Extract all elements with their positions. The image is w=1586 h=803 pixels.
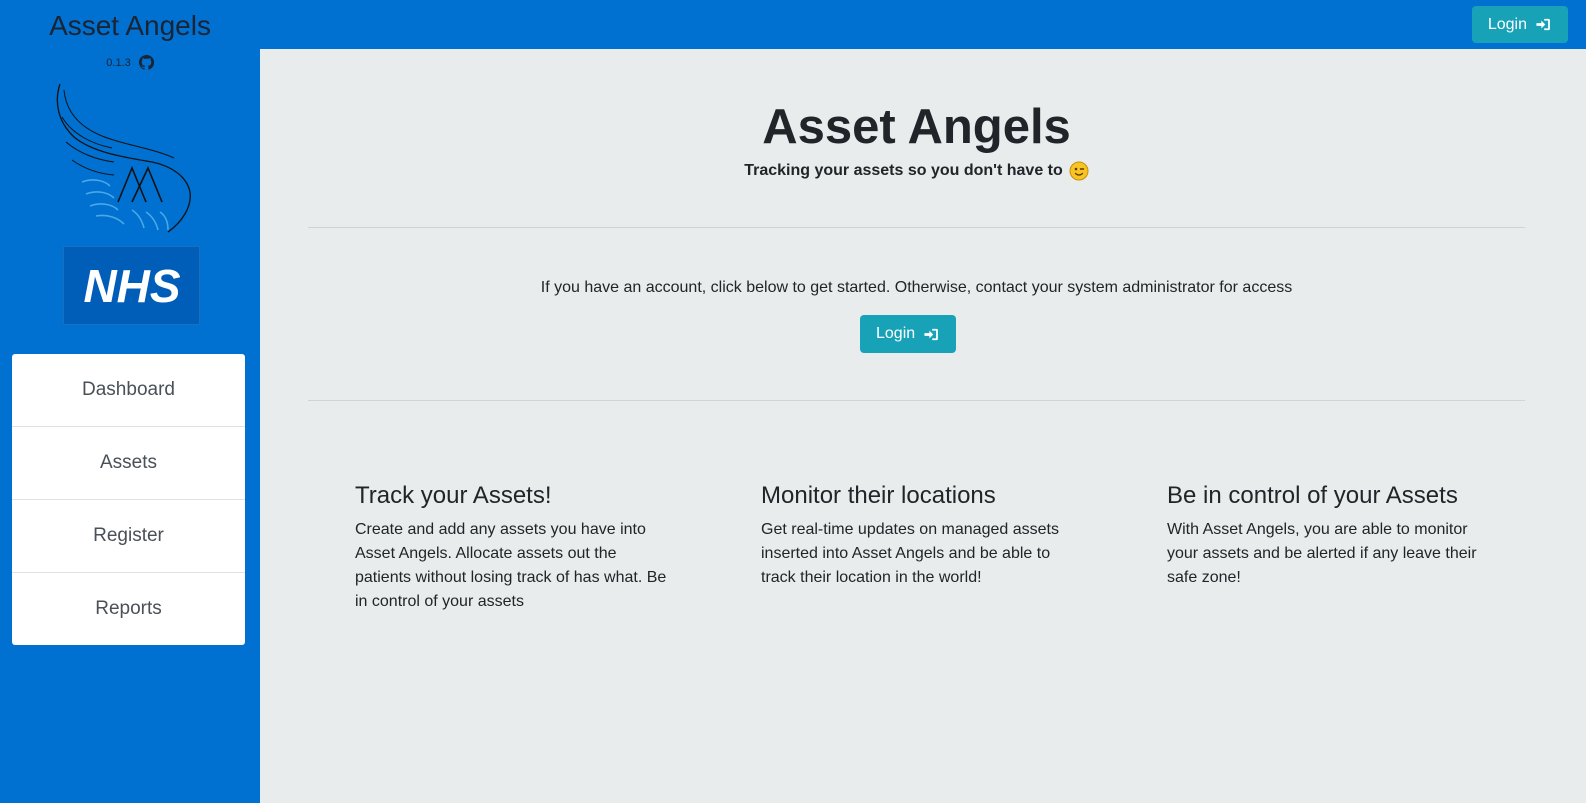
feature-title: Be in control of your Assets [1167, 482, 1458, 509]
github-icon[interactable] [138, 55, 154, 70]
feature-track-assets: Track your Assets! Create and add any as… [355, 482, 675, 614]
sidebar-item-register[interactable]: Register [12, 500, 245, 573]
feature-monitor-locations: Monitor their locations Get real-time up… [761, 482, 1081, 590]
angel-wing-logo [56, 83, 191, 233]
svg-text:NHS: NHS [83, 262, 180, 310]
header-login-label: Login [1487, 15, 1527, 33]
page-subtitle: Tracking your assets so you don't have t… [744, 162, 1063, 179]
feature-title: Track your Assets! [355, 482, 552, 509]
version-row: 0.1.3 [0, 55, 260, 70]
page-subtitle-row: Tracking your assets so you don't have t… [308, 161, 1525, 181]
main-login-label: Login [876, 325, 916, 342]
sidebar-item-assets[interactable]: Assets [12, 427, 245, 500]
main-content: Asset Angels Tracking your assets so you… [260, 49, 1586, 803]
sidebar: Asset Angels 0.1.3 NHS Dashboard Assets … [0, 0, 260, 803]
header-login-button[interactable]: Login [1471, 6, 1568, 43]
sidebar-item-dashboard[interactable]: Dashboard [12, 354, 245, 427]
main-login-button[interactable]: Login [860, 315, 957, 353]
feature-be-in-control: Be in control of your Assets With Asset … [1167, 482, 1487, 590]
divider-top [308, 227, 1525, 228]
feature-text: Get real-time updates on managed assets … [761, 521, 1059, 586]
feature-title: Monitor their locations [761, 482, 996, 509]
page-title: Asset Angels [762, 100, 1071, 154]
wink-emoji-icon [1069, 161, 1089, 181]
version-label: 0.1.3 [106, 56, 131, 69]
sign-in-icon [924, 328, 939, 340]
sidebar-item-reports[interactable]: Reports [12, 573, 245, 645]
divider-bottom [308, 400, 1525, 401]
feature-text: With Asset Angels, you are able to monit… [1167, 521, 1477, 586]
sidebar-nav: Dashboard Assets Register Reports [12, 354, 245, 645]
nhs-logo: NHS [63, 246, 200, 325]
sign-in-icon [1536, 18, 1550, 31]
feature-text: Create and add any assets you have into … [355, 521, 667, 610]
access-info-text: If you have an account, click below to g… [540, 279, 1293, 296]
app-title: Asset Angels [49, 10, 211, 41]
